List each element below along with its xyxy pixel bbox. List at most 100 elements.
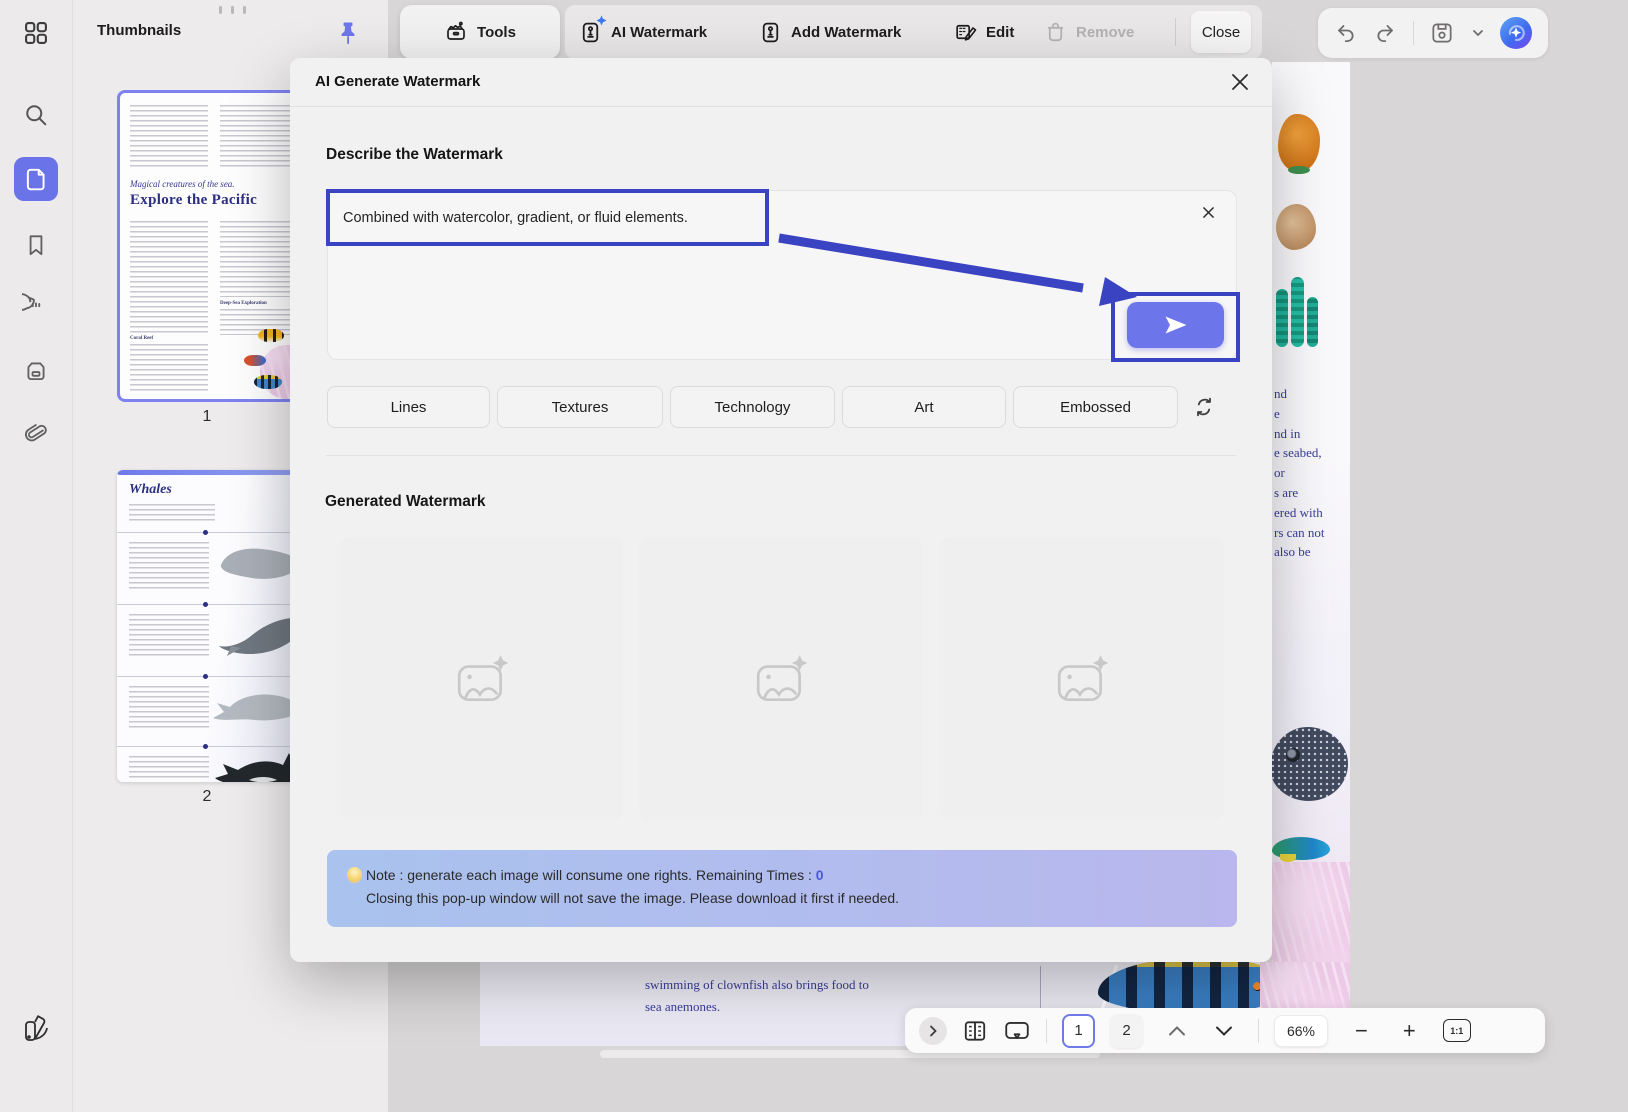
tools-label: Tools <box>477 23 516 41</box>
thumb1-subhead-deepsea: Deep-Sea Exploration <box>220 301 267 306</box>
thumb1-subhead-coral-reef: Coral Reef <box>130 336 154 341</box>
thumb2-text-block <box>129 756 209 778</box>
green-fish-fin <box>1280 854 1296 862</box>
page-1-chip[interactable]: 1 <box>1062 1013 1095 1048</box>
tag-textures[interactable]: Textures <box>497 386 663 428</box>
page-thumbnail-2[interactable]: Whales <box>117 470 317 782</box>
comment-icon[interactable] <box>14 284 58 328</box>
quick-actions-divider <box>1412 21 1414 45</box>
thumb1-yellow-fish <box>258 329 284 342</box>
zoom-in-button[interactable]: + <box>1403 1019 1416 1041</box>
save-icon[interactable] <box>1429 20 1455 46</box>
toolbar-divider <box>1175 18 1176 46</box>
thumb1-title: Explore the Pacific <box>130 192 258 208</box>
app-sidebar <box>0 0 73 1112</box>
describe-heading: Describe the Watermark <box>326 146 503 163</box>
presentation-mode-icon[interactable] <box>1003 1018 1031 1044</box>
remove-trash-icon <box>1043 20 1068 45</box>
annotation-arrow <box>778 233 1137 306</box>
pufferfish-image <box>1272 727 1348 801</box>
zoom-level-display[interactable]: 66% <box>1274 1014 1328 1047</box>
redo-icon[interactable] <box>1373 21 1397 45</box>
prompt-text: Combined with watercolor, gradient, or f… <box>343 209 688 226</box>
thumb1-text-block <box>130 344 208 392</box>
brown-coral-image <box>1276 204 1316 250</box>
generate-send-button[interactable] <box>1127 302 1224 348</box>
thumb1-eyebrow: Magical creatures of the sea. <box>130 179 235 189</box>
bottom-bar-divider <box>1046 1018 1047 1043</box>
panel-title: Thumbnails <box>97 22 182 39</box>
bookmark-icon[interactable] <box>14 223 58 267</box>
edit-icon <box>953 20 978 45</box>
add-watermark-icon <box>758 20 783 45</box>
search-icon[interactable] <box>14 93 58 137</box>
add-watermark-label: Add Watermark <box>791 23 902 41</box>
expand-toolbar-icon[interactable] <box>919 1016 947 1045</box>
ai-watermark-button[interactable]: AI Watermark <box>578 5 707 59</box>
edit-label: Edit <box>986 23 1015 41</box>
next-page-chevron-icon[interactable] <box>1215 1025 1233 1037</box>
modal-title: AI Generate Watermark <box>315 73 481 90</box>
thumb2-text-block <box>129 504 215 522</box>
thumb2-text-block <box>129 686 209 730</box>
generated-watermark-grid <box>340 537 1224 820</box>
toolbar-close-button[interactable]: Close <box>1191 11 1251 53</box>
sidebar-item-thumbnails[interactable] <box>14 157 58 201</box>
watermark-placeholder-1[interactable] <box>340 537 623 820</box>
note-line-2: Closing this pop-up window will not save… <box>366 890 900 906</box>
tag-embossed[interactable]: Embossed <box>1013 386 1178 428</box>
tag-lines[interactable]: Lines <box>327 386 490 428</box>
pufferfish-eye <box>1286 748 1300 762</box>
refresh-tags-icon[interactable] <box>1192 395 1216 419</box>
thumb1-blue-fish <box>244 355 266 366</box>
page-2-chip[interactable]: 2 <box>1110 1013 1143 1048</box>
remaining-times-count: 0 <box>815 867 824 883</box>
actual-size-button[interactable]: 1:1 <box>1442 1019 1471 1042</box>
clear-prompt-icon[interactable] <box>1198 202 1218 222</box>
tag-technology[interactable]: Technology <box>670 386 835 428</box>
page-2-number: 2 <box>202 788 212 805</box>
remove-label: Remove <box>1076 23 1135 41</box>
document-page-right-edge: nd e nd in e seabed, or s are ered with … <box>1272 62 1350 1040</box>
thumb1-text-block <box>130 105 208 169</box>
thumb2-text-block <box>129 542 209 590</box>
watermark-placeholder-3[interactable] <box>939 537 1224 820</box>
style-tags-row: Lines Textures Technology Art Embossed <box>327 386 1178 428</box>
page-1-number: 1 <box>202 408 212 425</box>
page-layout-icon[interactable] <box>962 1018 988 1044</box>
thumb1-text-block <box>220 105 298 169</box>
quick-actions-group <box>1318 8 1548 58</box>
tag-art[interactable]: Art <box>842 386 1006 428</box>
document-text-fragments: nd e nd in e seabed, or s are ered with … <box>1274 386 1325 560</box>
zoom-out-button[interactable]: − <box>1355 1019 1368 1041</box>
teal-coral-image <box>1276 277 1318 347</box>
undo-icon[interactable] <box>1334 21 1358 45</box>
modal-header-divider <box>290 106 1272 107</box>
page-navigation-bar: 1 2 66% − + 1:1 <box>905 1008 1545 1053</box>
panel-drag-handle[interactable] <box>219 6 246 14</box>
attachment-icon[interactable] <box>14 412 58 456</box>
save-options-chevron-icon[interactable] <box>1471 26 1485 40</box>
thumb2-title: Whales <box>129 482 172 497</box>
grid-menu-icon[interactable] <box>14 11 58 55</box>
pin-panel-icon[interactable] <box>336 20 360 46</box>
thumb1-striped-fish <box>254 375 282 389</box>
modal-section-divider <box>326 455 1236 456</box>
previous-page-chevron-icon[interactable] <box>1168 1025 1186 1037</box>
note-line-1: Note : generate each image will consume … <box>366 867 824 883</box>
ai-assistant-logo[interactable] <box>1500 17 1533 49</box>
organize-pages-icon[interactable] <box>14 349 58 393</box>
page-thumbnail-1[interactable]: Magical creatures of the sea. Explore th… <box>117 90 317 402</box>
add-watermark-button[interactable]: Add Watermark <box>758 5 901 59</box>
thumb1-text-block <box>220 221 298 297</box>
thumb2-header-band <box>117 470 317 475</box>
generated-heading: Generated Watermark <box>325 493 486 510</box>
app-logo <box>14 1005 58 1049</box>
modal-close-icon[interactable] <box>1226 68 1254 96</box>
remove-button[interactable]: Remove <box>1043 5 1134 59</box>
edit-button[interactable]: Edit <box>953 5 1014 59</box>
watermark-placeholder-2[interactable] <box>639 537 923 820</box>
usage-note: Note : generate each image will consume … <box>327 850 1237 927</box>
tools-tab[interactable]: Tools <box>400 5 560 59</box>
thumb1-text-block <box>130 221 208 333</box>
